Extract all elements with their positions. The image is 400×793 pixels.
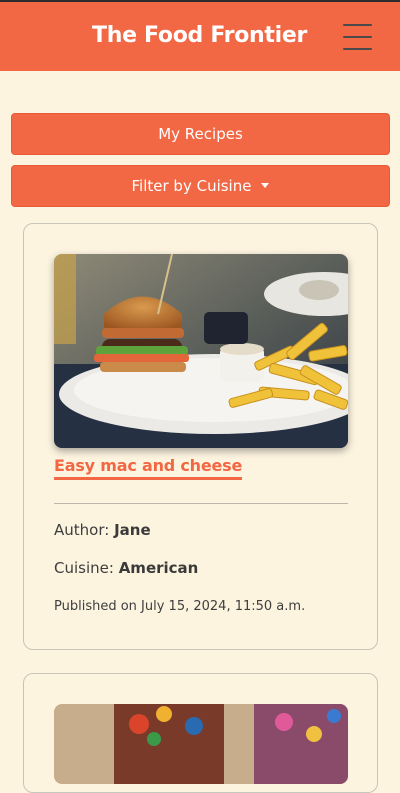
burger-and-fries-photo[interactable] <box>54 254 348 448</box>
author-name: Jane <box>114 521 151 539</box>
author-label: Author: <box>54 521 110 539</box>
hamburger-line <box>343 36 372 38</box>
recipe-card: Easy mac and cheese Author: Jane Cuisine… <box>23 223 378 650</box>
cuisine-label: Cuisine: <box>54 559 114 577</box>
divider <box>54 503 348 504</box>
cuisine-line: Cuisine: American <box>54 559 198 577</box>
hamburger-menu-icon[interactable] <box>343 24 372 50</box>
recipe-card <box>23 673 378 793</box>
caret-down-icon <box>261 182 270 188</box>
my-recipes-button[interactable]: My Recipes <box>11 113 390 155</box>
brand-title[interactable]: The Food Frontier <box>92 23 307 48</box>
hamburger-line <box>343 48 372 50</box>
filter-by-cuisine-button[interactable]: Filter by Cuisine <box>11 165 390 207</box>
navbar: The Food Frontier <box>0 2 400 71</box>
hamburger-line <box>343 24 372 26</box>
published-date: Published on July 15, 2024, 11:50 a.m. <box>54 599 306 614</box>
author-line: Author: Jane <box>54 521 151 539</box>
colorful-fabric-photo[interactable] <box>54 704 348 784</box>
my-recipes-label: My Recipes <box>158 125 243 143</box>
recipe-title-link[interactable]: Easy mac and cheese <box>54 456 242 480</box>
filter-by-cuisine-label: Filter by Cuisine <box>131 177 252 195</box>
cuisine-name: American <box>118 559 199 577</box>
